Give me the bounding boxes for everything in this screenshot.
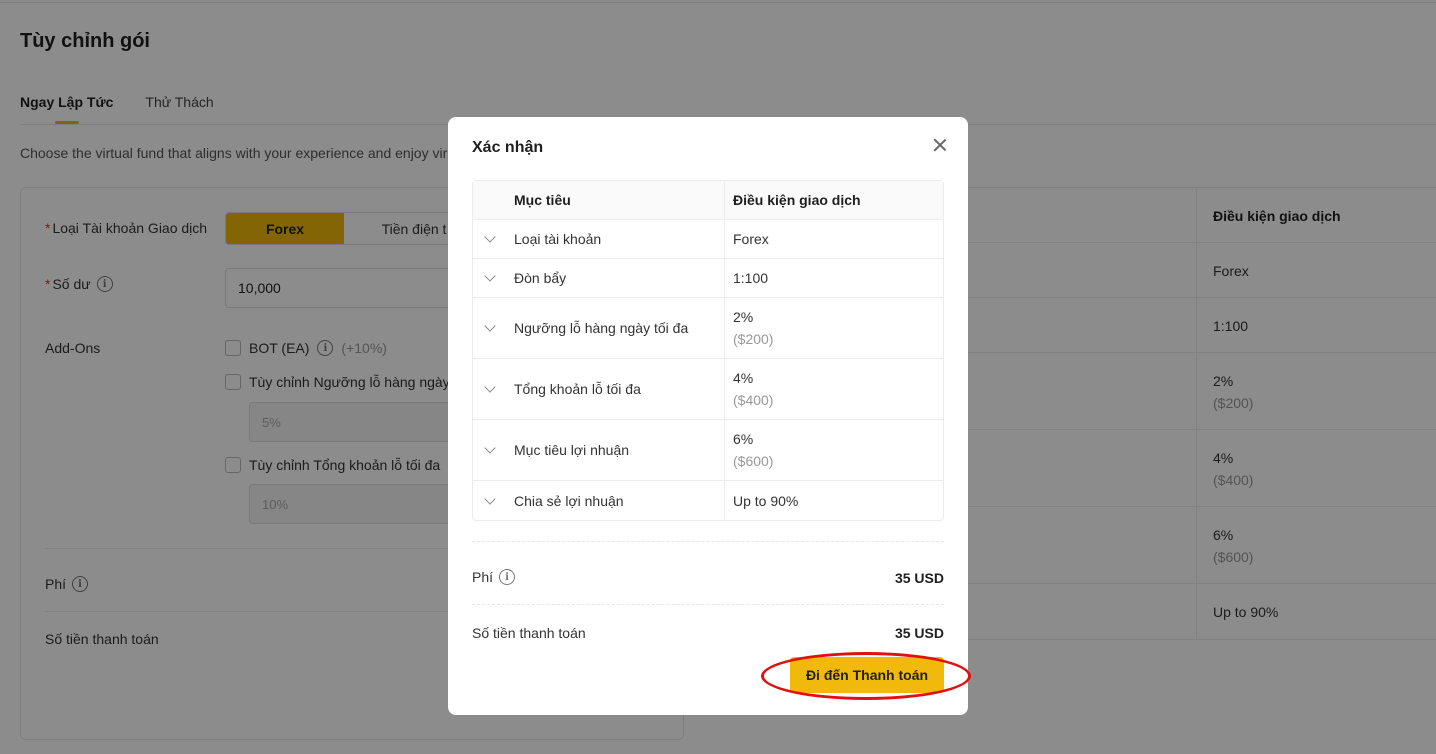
chevron-down-icon	[483, 492, 496, 505]
table-row[interactable]: Loại tài khoản Forex	[473, 220, 943, 259]
chevron-down-icon	[483, 442, 496, 454]
chevron-down-icon	[483, 381, 496, 393]
condition-value: Up to 90%	[733, 492, 799, 509]
row-target: Chia sẻ lợi nhuận	[506, 481, 725, 520]
row-target: Đòn bẩy	[506, 259, 725, 297]
row-target: Tổng khoản lỗ tối đa	[506, 359, 725, 419]
condition-sub: ($200)	[733, 331, 774, 347]
expand-toggle[interactable]	[473, 359, 506, 419]
condition-value: 6%	[733, 431, 754, 447]
condition-value: 4%	[733, 370, 754, 386]
info-icon[interactable]: i	[499, 569, 516, 585]
table-header-row: Mục tiêu Điều kiện giao dịch	[473, 181, 943, 220]
condition-value: 1:100	[733, 270, 769, 286]
go-to-payment-button[interactable]: Đi đến Thanh toán	[790, 657, 944, 693]
condition-sub: ($400)	[733, 392, 774, 408]
row-condition: 1:100	[725, 259, 943, 297]
expand-toggle[interactable]	[473, 481, 506, 520]
table-row[interactable]: Chia sẻ lợi nhuận Up to 90%	[473, 481, 943, 520]
table-row[interactable]: Mục tiêu lợi nhuận 6% ($600)	[473, 420, 943, 481]
condition-value: 2%	[733, 309, 754, 325]
column-header-target: Mục tiêu	[506, 181, 725, 219]
row-condition: 2% ($200)	[725, 298, 943, 358]
expand-toggle[interactable]	[473, 259, 506, 297]
column-header-condition: Điều kiện giao dịch	[733, 192, 861, 208]
table-row[interactable]: Đòn bẩy 1:100	[473, 259, 943, 298]
chevron-down-icon	[483, 270, 496, 282]
row-target: Loại tài khoản	[506, 220, 725, 258]
row-target: Mục tiêu lợi nhuận	[506, 420, 725, 480]
fee-value: 35 USD	[894, 570, 944, 586]
fee-summary-label: Phí i	[472, 569, 516, 585]
condition-value: Forex	[733, 231, 769, 247]
expand-toggle[interactable]	[473, 220, 506, 258]
expand-toggle[interactable]	[473, 298, 506, 358]
dialog-title: Xác nhận	[472, 139, 544, 156]
table-header-spacer	[473, 181, 506, 219]
table-row[interactable]: Tổng khoản lỗ tối đa 4% ($400)	[473, 359, 943, 420]
payment-value: 35 USD	[894, 625, 944, 641]
fee-label-text: Phí	[472, 569, 494, 585]
payment-summary-label: Số tiền thanh toán	[472, 625, 586, 641]
divider	[472, 541, 944, 542]
table-row[interactable]: Ngưỡng lỗ hàng ngày tối đa 2% ($200)	[473, 298, 943, 359]
row-condition: Up to 90%	[725, 481, 943, 520]
chevron-down-icon	[483, 231, 496, 243]
expand-toggle[interactable]	[473, 420, 506, 480]
confirm-dialog: Xác nhận Mục tiêu Điều kiện giao dịch Lo…	[448, 117, 968, 715]
close-icon[interactable]	[930, 135, 950, 155]
condition-sub: ($600)	[733, 453, 774, 469]
row-condition: Forex	[725, 220, 943, 258]
row-condition: 4% ($400)	[725, 359, 943, 419]
row-condition: 6% ($600)	[725, 420, 943, 480]
conditions-table: Mục tiêu Điều kiện giao dịch Loại tài kh…	[472, 180, 944, 521]
divider	[472, 604, 944, 605]
chevron-down-icon	[483, 320, 496, 332]
row-target: Ngưỡng lỗ hàng ngày tối đa	[506, 298, 725, 358]
